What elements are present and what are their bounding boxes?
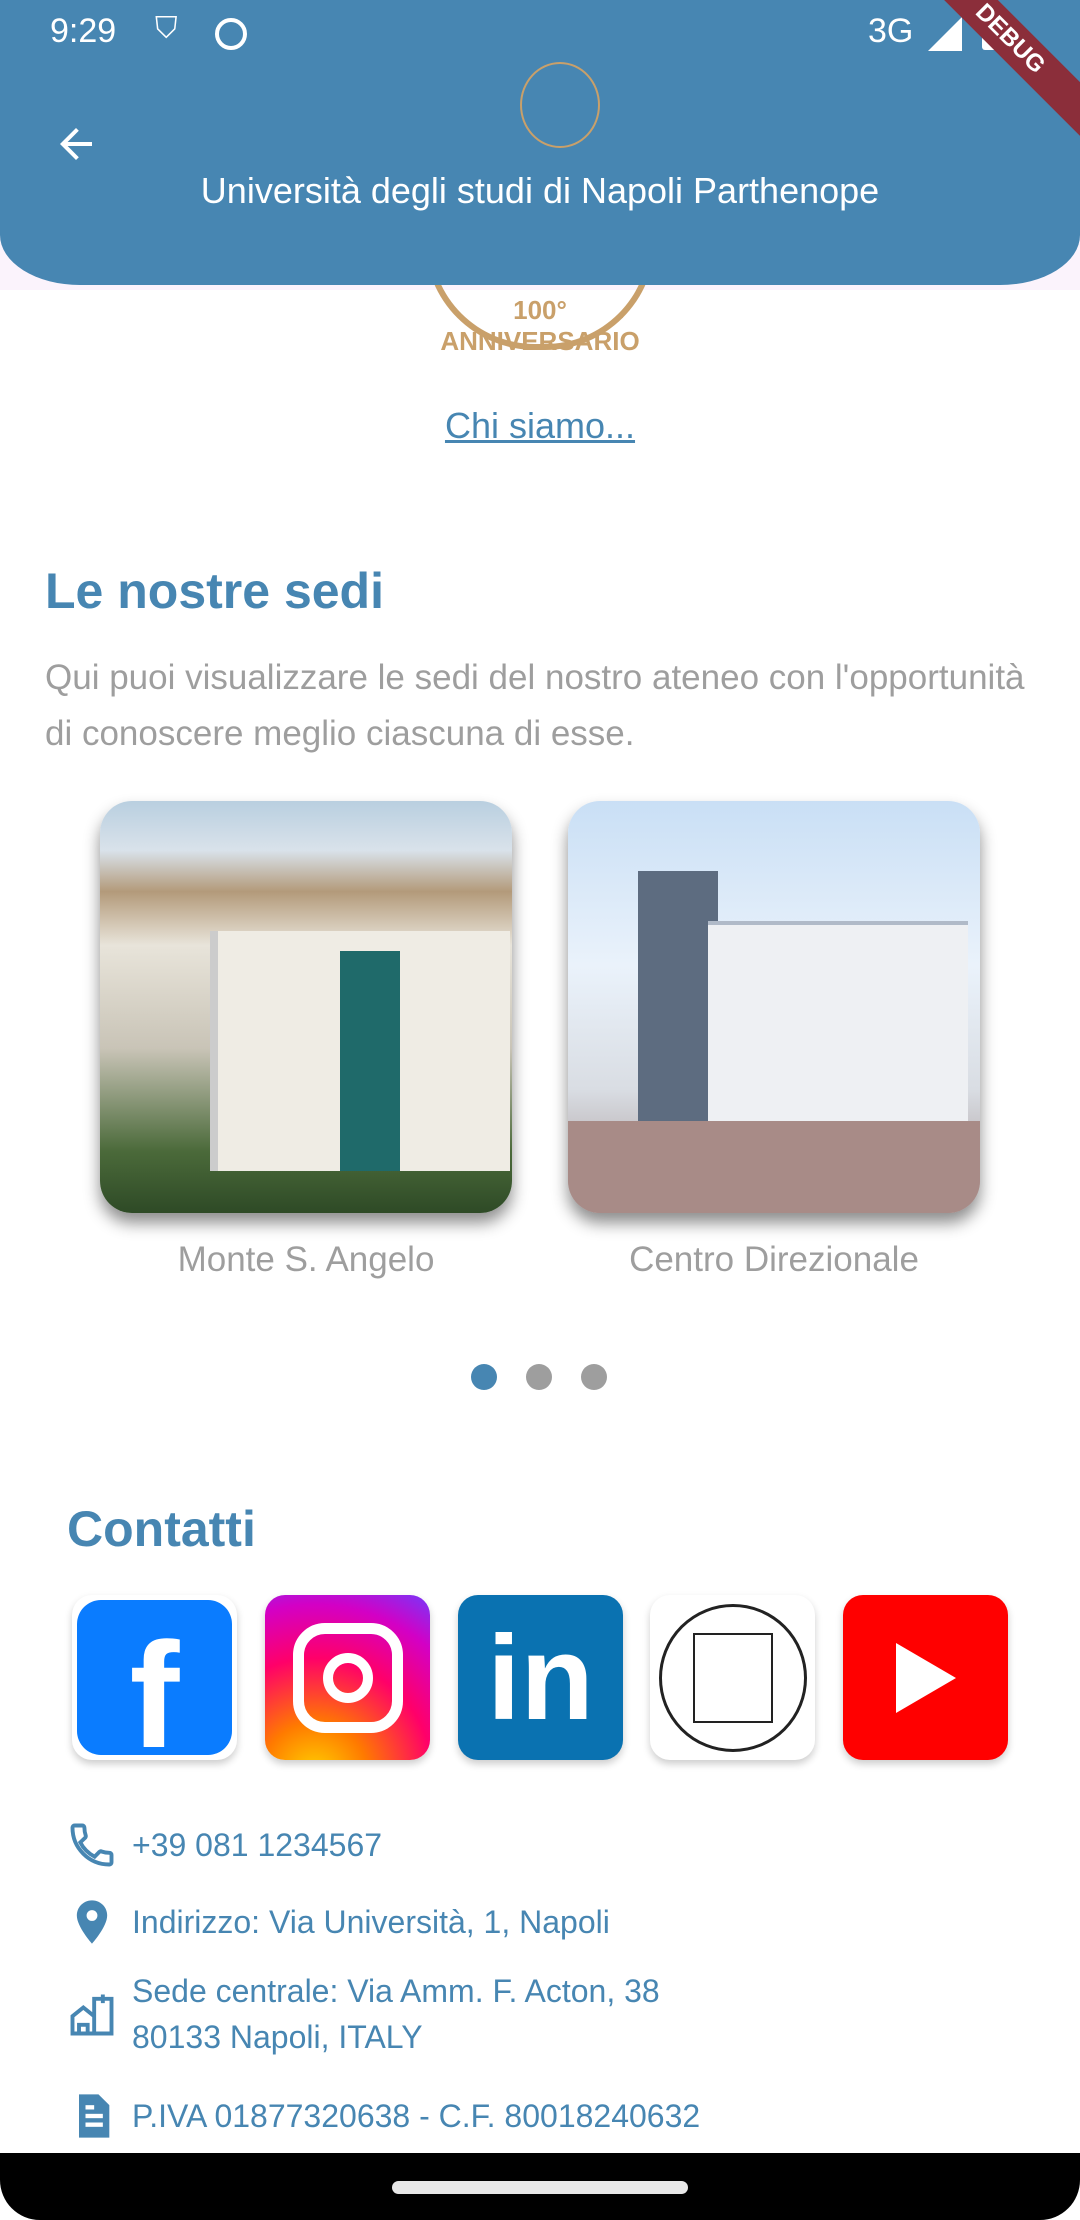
sede-label: Centro Direzionale <box>629 1240 919 1279</box>
hq-line1: Sede centrale: Via Amm. F. Acton, 38 <box>132 1973 660 2009</box>
shield-icon: ⛉ <box>155 12 178 45</box>
linkedin-icon[interactable]: in <box>458 1595 623 1760</box>
carousel-dot[interactable] <box>526 1364 552 1390</box>
home-gesture-handle[interactable] <box>392 2181 688 2194</box>
hq-line2: 80133 Napoli, ITALY <box>132 2019 423 2055</box>
instagram-icon[interactable] <box>265 1595 430 1760</box>
contact-address[interactable]: Indirizzo: Via Università, 1, Napoli <box>66 1896 610 1948</box>
contact-tax: P.IVA 01877320638 - C.F. 80018240632 <box>66 2090 700 2142</box>
university-logo <box>520 62 600 148</box>
phone-text: +39 081 1234567 <box>132 1827 383 1863</box>
sede-card-monte-s-angelo[interactable] <box>100 801 512 1213</box>
tax-text: P.IVA 01877320638 - C.F. 80018240632 <box>132 2098 701 2134</box>
app-notification-icon <box>215 18 247 50</box>
network-type: 3G <box>868 12 914 50</box>
sedi-description: Qui puoi visualizzare le sedi del nostro… <box>45 658 1025 753</box>
signal-icon <box>928 17 962 51</box>
status-time: 9:29 <box>50 12 117 50</box>
app-bar-title: Università degli studi di Napoli Parthen… <box>200 170 880 211</box>
logo-text: 100° ANNIVERSARIO <box>440 295 640 356</box>
back-arrow-icon[interactable] <box>52 120 100 168</box>
phone-icon <box>70 1823 114 1867</box>
carousel-dot-active[interactable] <box>471 1364 497 1390</box>
document-icon <box>79 2094 110 2138</box>
address-text: Indirizzo: Via Università, 1, Napoli <box>132 1904 610 1940</box>
facebook-icon[interactable]: f <box>72 1595 237 1760</box>
sede-label: Monte S. Angelo <box>177 1240 435 1279</box>
about-link[interactable]: Chi siamo... <box>0 405 1080 447</box>
app-bar: 9:29 ⛉ 3G Università degli studi di Napo… <box>0 0 1080 285</box>
university-website-icon[interactable] <box>650 1595 815 1760</box>
contact-phone[interactable]: +39 081 1234567 <box>66 1819 382 1871</box>
carousel-dot[interactable] <box>581 1364 607 1390</box>
sedi-title: Le nostre sedi <box>45 563 384 619</box>
contatti-title: Contatti <box>67 1501 256 1557</box>
building-icon <box>70 1994 114 2036</box>
contact-headquarters[interactable]: Sede centrale: Via Amm. F. Acton, 38 8013… <box>66 1968 660 2060</box>
youtube-icon[interactable] <box>843 1595 1008 1760</box>
sede-card-centro-direzionale[interactable] <box>568 801 980 1213</box>
location-pin-icon <box>76 1900 108 1944</box>
